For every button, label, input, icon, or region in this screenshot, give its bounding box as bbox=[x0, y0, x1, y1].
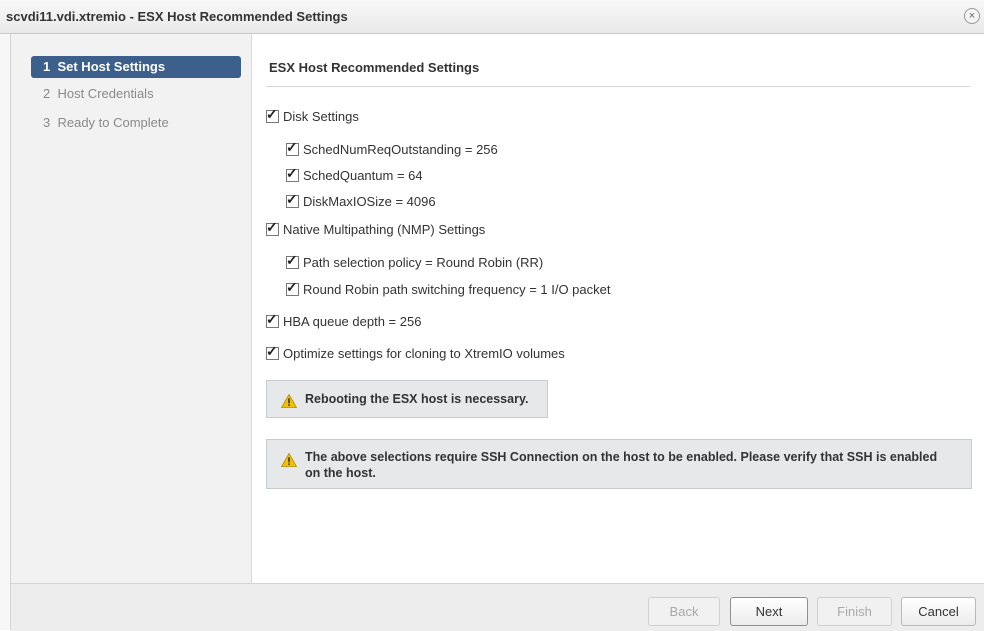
setting-round-robin-frequency[interactable]: ✓ Round Robin path switching frequency =… bbox=[286, 279, 611, 298]
setting-label: Round Robin path switching frequency = 1… bbox=[303, 281, 611, 297]
setting-label: HBA queue depth = 256 bbox=[283, 313, 422, 329]
finish-button[interactable]: Finish bbox=[817, 597, 892, 626]
close-icon[interactable]: × bbox=[964, 8, 980, 24]
check-icon: ✓ bbox=[286, 190, 298, 207]
step-number: 2 bbox=[43, 86, 51, 101]
setting-disk-max-io-size[interactable]: ✓ DiskMaxIOSize = 4096 bbox=[286, 191, 436, 210]
ssh-warning-text: The above selections require SSH Connect… bbox=[305, 449, 965, 481]
setting-sched-num-req[interactable]: ✓ SchedNumReqOutstanding = 256 bbox=[286, 139, 498, 158]
content-panel: ESX Host Recommended Settings ✓ Disk Set… bbox=[252, 34, 984, 583]
checkbox[interactable]: ✓ bbox=[266, 106, 279, 123]
checkbox[interactable]: ✓ bbox=[286, 139, 299, 156]
checkbox[interactable]: ✓ bbox=[266, 219, 279, 236]
setting-sched-quantum[interactable]: ✓ SchedQuantum = 64 bbox=[286, 165, 423, 184]
setting-hba-queue-depth[interactable]: ✓ HBA queue depth = 256 bbox=[266, 311, 422, 330]
setting-label: Disk Settings bbox=[283, 108, 359, 124]
checkbox[interactable]: ✓ bbox=[266, 311, 279, 328]
reboot-warning-text: Rebooting the ESX host is necessary. bbox=[305, 392, 529, 406]
checkbox[interactable]: ✓ bbox=[286, 165, 299, 182]
step-set-host-settings[interactable]: 1 Set Host Settings bbox=[31, 56, 241, 78]
step-number: 3 bbox=[43, 115, 51, 130]
check-icon: ✓ bbox=[266, 218, 278, 235]
setting-optimize-cloning[interactable]: ✓ Optimize settings for cloning to Xtrem… bbox=[266, 343, 565, 362]
check-icon: ✓ bbox=[266, 310, 278, 327]
setting-path-selection-policy[interactable]: ✓ Path selection policy = Round Robin (R… bbox=[286, 252, 544, 271]
setting-native-multipathing[interactable]: ✓ Native Multipathing (NMP) Settings bbox=[266, 219, 486, 238]
next-button[interactable]: Next bbox=[730, 597, 808, 626]
section-title: ESX Host Recommended Settings bbox=[269, 60, 480, 75]
title-bar: scvdi11.vdi.xtremio - ESX Host Recommend… bbox=[0, 0, 984, 34]
check-icon: ✓ bbox=[286, 138, 298, 155]
check-icon: ✓ bbox=[286, 278, 298, 295]
reboot-warning: Rebooting the ESX host is necessary. bbox=[266, 380, 548, 418]
ssh-warning-line-1: The above selections require SSH Connect… bbox=[305, 450, 938, 464]
window-left-edge bbox=[0, 34, 11, 630]
step-label: Host Credentials bbox=[57, 86, 154, 101]
setting-label: DiskMaxIOSize = 4096 bbox=[303, 193, 436, 209]
checkbox[interactable]: ✓ bbox=[266, 343, 279, 360]
setting-label: SchedQuantum = 64 bbox=[303, 167, 423, 183]
step-ready-to-complete[interactable]: 3 Ready to Complete bbox=[31, 112, 241, 134]
warning-triangle-icon bbox=[281, 394, 297, 408]
warning-triangle-icon bbox=[281, 453, 297, 467]
check-icon: ✓ bbox=[266, 342, 278, 359]
setting-label: Path selection policy = Round Robin (RR) bbox=[303, 254, 544, 270]
setting-label: Native Multipathing (NMP) Settings bbox=[283, 221, 486, 237]
setting-label: Optimize settings for cloning to XtremIO… bbox=[283, 345, 565, 361]
wizard-footer: Back Next Finish Cancel bbox=[11, 583, 984, 631]
ssh-warning: The above selections require SSH Connect… bbox=[266, 439, 972, 489]
check-icon: ✓ bbox=[266, 105, 278, 122]
check-icon: ✓ bbox=[286, 251, 298, 268]
step-label: Set Host Settings bbox=[57, 59, 166, 74]
checkbox[interactable]: ✓ bbox=[286, 191, 299, 208]
checkbox[interactable]: ✓ bbox=[286, 279, 299, 296]
setting-disk-settings[interactable]: ✓ Disk Settings bbox=[266, 106, 359, 125]
check-icon: ✓ bbox=[286, 164, 298, 181]
cancel-button[interactable]: Cancel bbox=[901, 597, 976, 626]
window-title: scvdi11.vdi.xtremio - ESX Host Recommend… bbox=[6, 9, 348, 24]
step-number: 1 bbox=[43, 59, 51, 74]
ssh-warning-line-2: on the host. bbox=[305, 466, 376, 480]
checkbox[interactable]: ✓ bbox=[286, 252, 299, 269]
step-label: Ready to Complete bbox=[57, 115, 169, 130]
section-divider bbox=[266, 86, 970, 87]
back-button[interactable]: Back bbox=[648, 597, 720, 626]
setting-label: SchedNumReqOutstanding = 256 bbox=[303, 141, 498, 157]
step-host-credentials[interactable]: 2 Host Credentials bbox=[31, 83, 241, 105]
